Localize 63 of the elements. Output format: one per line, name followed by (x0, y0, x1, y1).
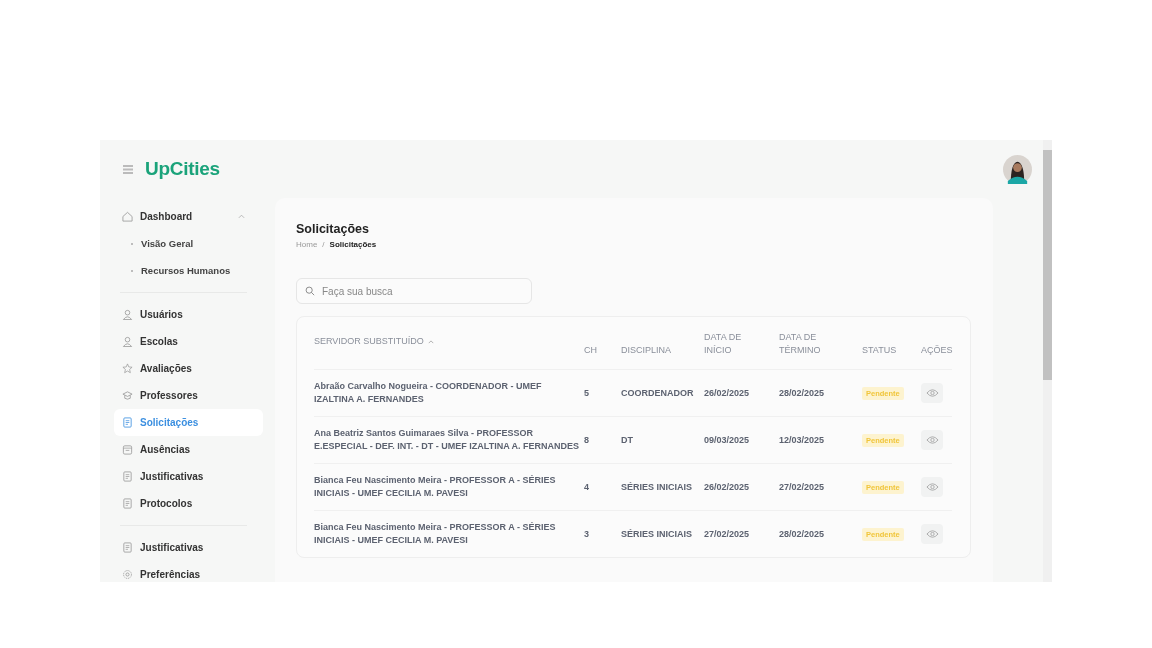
document-icon (122, 471, 133, 482)
table-cell: 27/02/2025 (779, 463, 862, 511)
scrollbar[interactable] (1043, 140, 1052, 582)
view-button[interactable] (921, 430, 943, 450)
settings-icon (122, 569, 133, 580)
view-button[interactable] (921, 524, 943, 544)
eye-icon (925, 435, 939, 445)
table-cell: SÉRIES INICIAIS (621, 510, 704, 557)
table-cell: 8 (584, 416, 621, 464)
table-cell: 4 (584, 463, 621, 511)
table-cell: 12/03/2025 (779, 416, 862, 464)
menu-icon[interactable] (123, 164, 133, 174)
eye-icon (925, 529, 939, 539)
home-icon (122, 211, 133, 222)
table-cell: 09/03/2025 (704, 416, 779, 464)
sidebar-item[interactable]: Justificativas (114, 463, 253, 490)
sort-icon (427, 339, 434, 344)
sidebar-item[interactable]: Solicitações (114, 409, 263, 436)
eye-icon (925, 482, 939, 492)
sidebar-subitem[interactable]: Visão Geral (114, 230, 253, 257)
eye-icon (925, 388, 939, 398)
sidebar-item[interactable]: Escolas (114, 328, 253, 355)
breadcrumb-separator: / (322, 240, 325, 249)
document-icon (122, 417, 133, 428)
table-cell: Bianca Feu Nascimento Meira - PROFESSOR A - SÉRIES INICIAIS - UMEF CECILIA M. PAVESI (314, 510, 584, 557)
sidebar-item[interactable]: Justificativas (114, 534, 253, 561)
sidebar-item[interactable]: Ausências (114, 436, 253, 463)
table-cell: 28/02/2025 (779, 510, 862, 557)
search-field[interactable]: Faça sua busca (296, 278, 532, 304)
table-cell: DT (621, 416, 704, 464)
star-icon (122, 363, 133, 374)
search-icon (305, 286, 315, 296)
table-cell: Bianca Feu Nascimento Meira - PROFESSOR A - SÉRIES INICIAIS - UMEF CECILIA M. PAVESI (314, 463, 584, 511)
calendar-icon (122, 444, 133, 455)
table-cell: 26/02/2025 (704, 369, 779, 417)
graduation-cap-icon (122, 390, 133, 401)
sidebar-item[interactable]: Preferências (114, 561, 253, 582)
sidebar-item[interactable]: Protocolos (114, 490, 253, 517)
sidebar-item[interactable]: Dashboard (114, 203, 253, 230)
sidebar-subitem[interactable]: Recursos Humanos (114, 257, 253, 284)
document-icon (122, 498, 133, 509)
sidebar-item[interactable]: Professores (114, 382, 253, 409)
sidebar-item[interactable]: Usuários (114, 301, 253, 328)
user-avatar[interactable] (1003, 154, 1032, 184)
table-cell: SÉRIES INICIAIS (621, 463, 704, 511)
user-icon (122, 336, 133, 347)
view-button[interactable] (921, 477, 943, 497)
table-cell: 3 (584, 510, 621, 557)
view-button[interactable] (921, 383, 943, 403)
table-cell: COORDENADOR (621, 369, 704, 417)
table-cell: 27/02/2025 (704, 510, 779, 557)
breadcrumb-item: Solicitações (329, 240, 377, 249)
table-cell: 5 (584, 369, 621, 417)
sidebar-item[interactable]: Avaliações (114, 355, 253, 382)
table-cell: Abraão Carvalho Nogueira - COORDENADOR - UMEF IZALTINA A. FERNANDES (314, 369, 584, 417)
user-icon (122, 309, 133, 320)
app-logo: UpCities (145, 158, 220, 180)
page-title: Solicitações (296, 222, 370, 236)
table-cell: Ana Beatriz Santos Guimaraes Silva - PROFESSOR E.ESPECIAL - DEF. INT. - DT - UMEF IZALTINA A. FERNANDES (314, 416, 584, 464)
table-cell: 26/02/2025 (704, 463, 779, 511)
chevron-icon[interactable] (238, 214, 245, 219)
document-icon (122, 542, 133, 553)
table-cell: 28/02/2025 (779, 369, 862, 417)
